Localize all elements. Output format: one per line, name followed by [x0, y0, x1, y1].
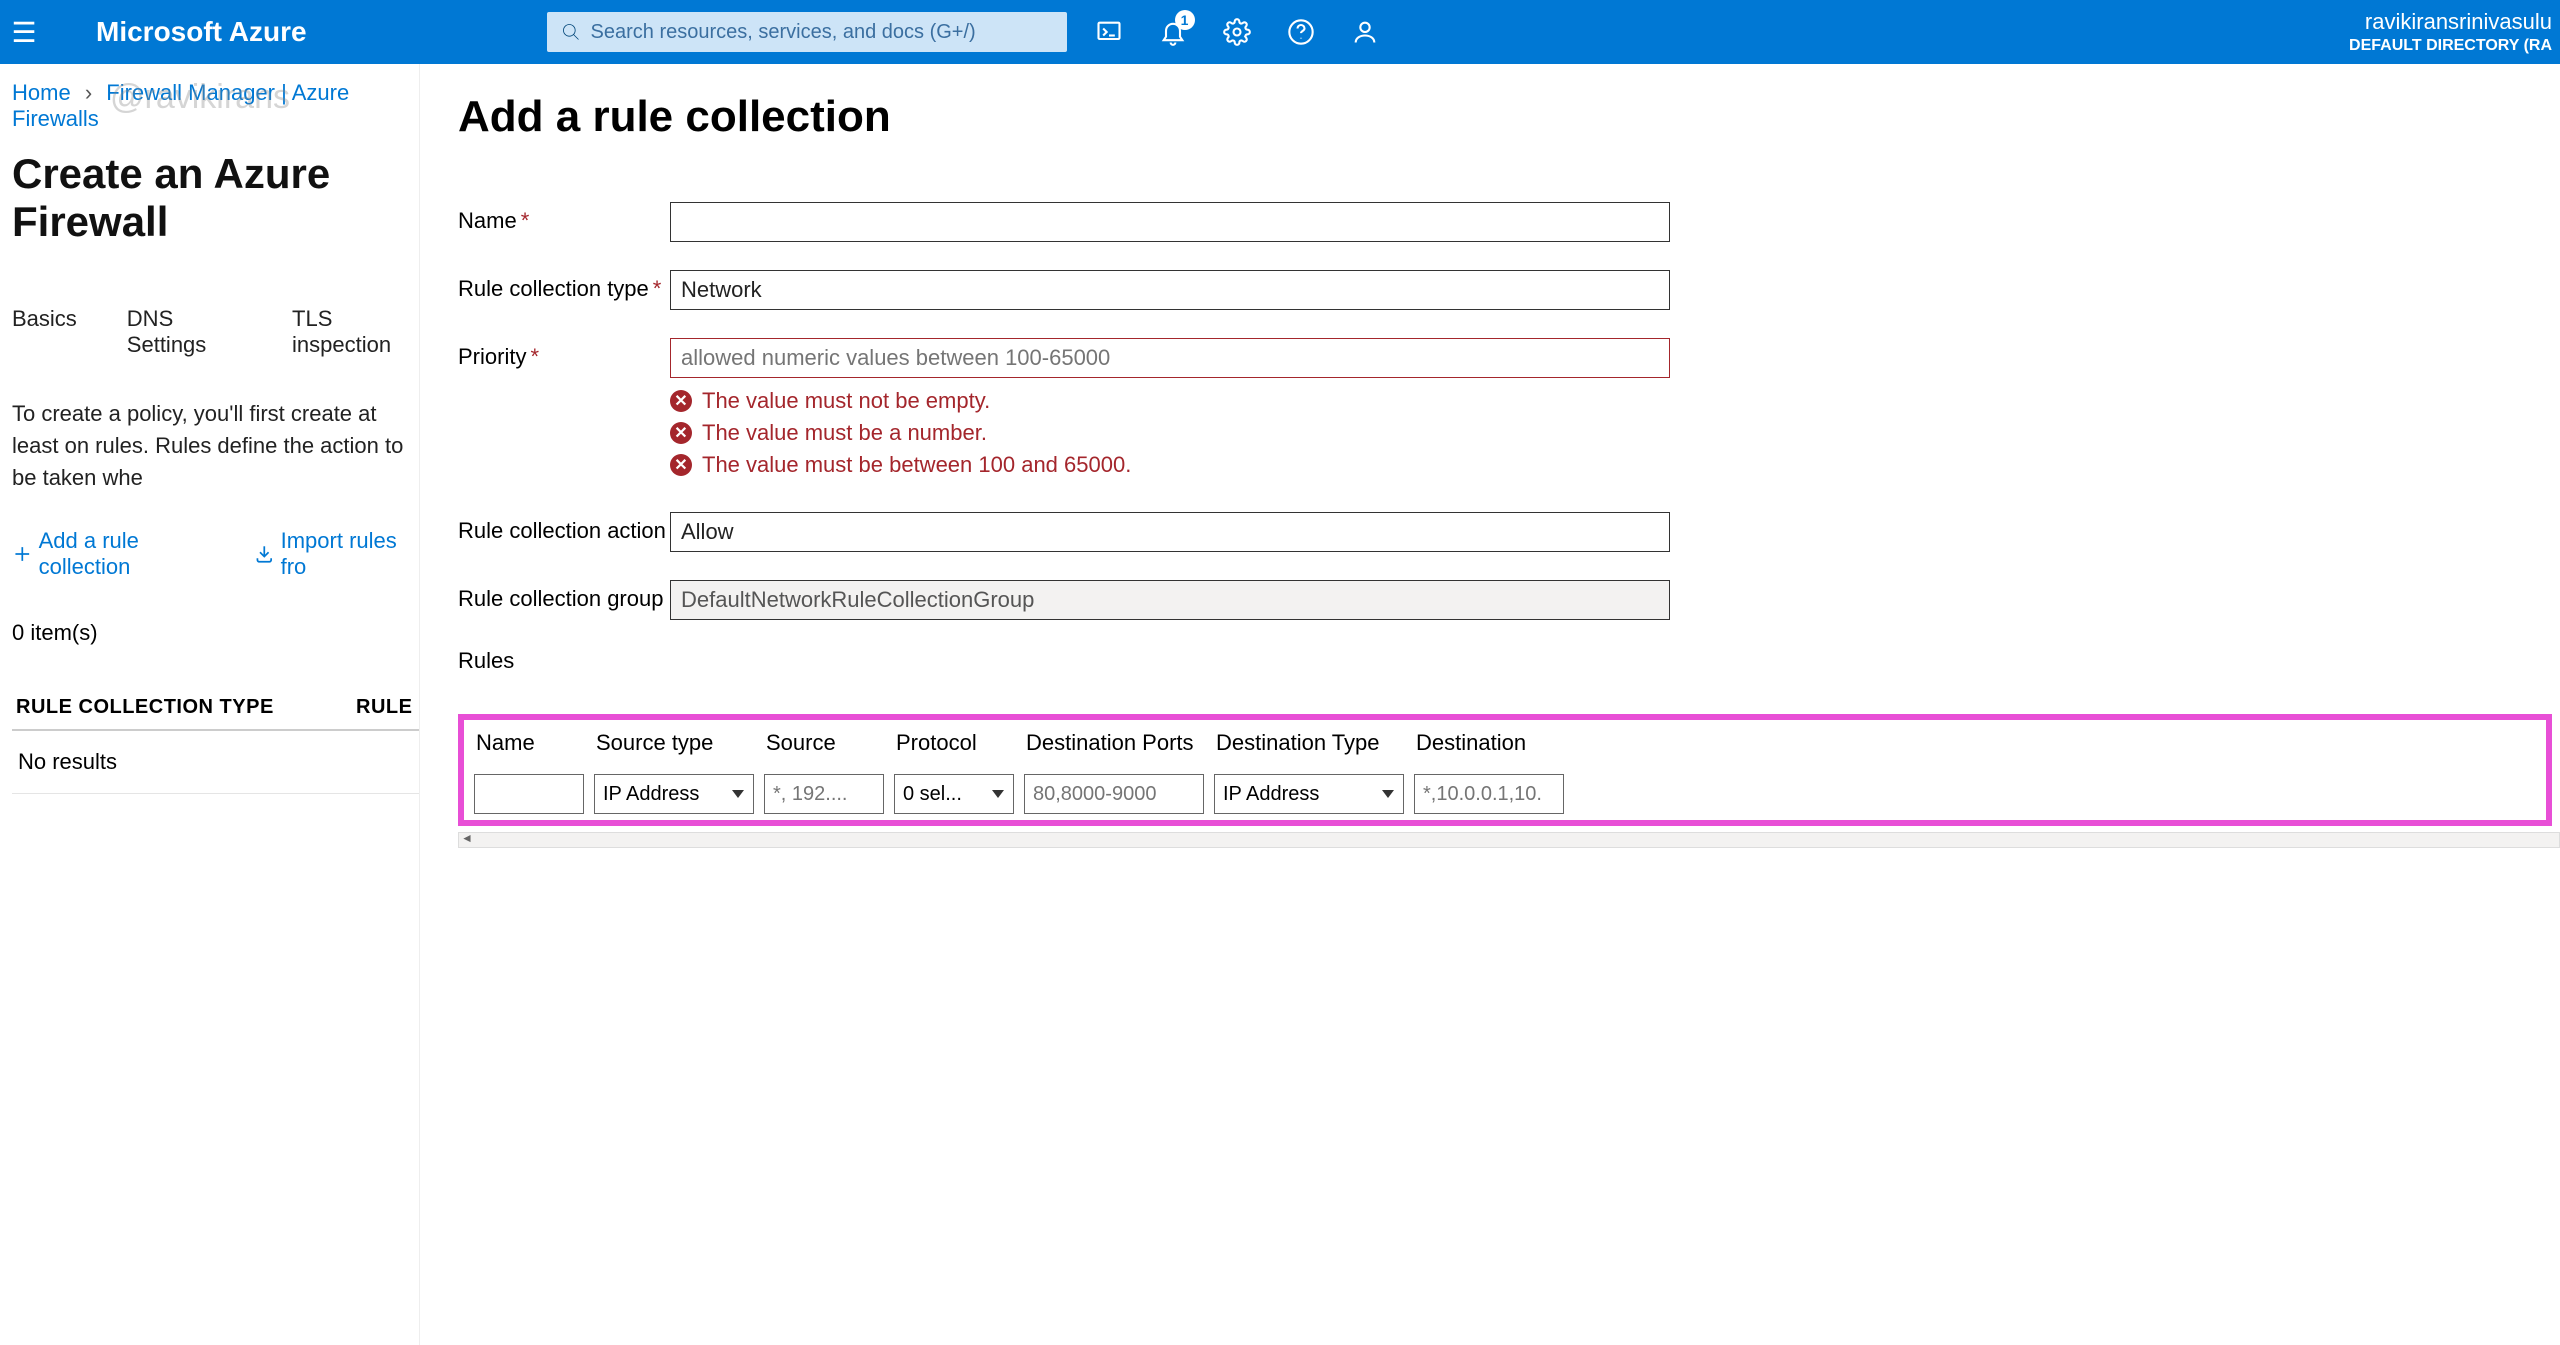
rule-dest-type-select[interactable] [1214, 774, 1404, 814]
brand[interactable]: Microsoft Azure [96, 16, 307, 48]
account-user: ravikiransrinivasulu [2349, 9, 2552, 35]
col-dest-ports: Destination Ports [1026, 730, 1206, 756]
breadcrumb: Home › Firewall Manager | Azure Firewall… [12, 80, 419, 132]
import-icon [254, 543, 275, 565]
left-pane: Home › Firewall Manager | Azure Firewall… [0, 64, 420, 1345]
search-input-wrap[interactable] [547, 12, 1067, 52]
action-select[interactable] [670, 512, 1670, 552]
cloud-shell-icon[interactable] [1091, 14, 1127, 50]
label-action: Rule collection action [458, 512, 670, 544]
feedback-icon[interactable] [1347, 14, 1383, 50]
error-line: ✕The value must be a number. [670, 420, 2560, 446]
main: Home › Firewall Manager | Azure Firewall… [0, 64, 2560, 1345]
rule-source-type-select[interactable] [594, 774, 754, 814]
left-title: Create an Azure Firewall [12, 150, 419, 246]
tabs: Basics DNS Settings TLS inspection [12, 306, 419, 358]
label-name: Name* [458, 202, 670, 234]
label-type: Rule collection type* [458, 270, 670, 302]
priority-errors: ✕The value must not be empty. ✕The value… [670, 388, 2560, 478]
notifications-icon[interactable]: 1 [1155, 14, 1191, 50]
label-priority: Priority* [458, 338, 670, 370]
items-count: 0 item(s) [12, 620, 419, 646]
rule-dports-input[interactable] [1024, 774, 1204, 814]
error-line: ✕The value must be between 100 and 65000… [670, 452, 2560, 478]
rule-name-input[interactable] [474, 774, 584, 814]
import-rules-link[interactable]: Import rules fro [254, 528, 419, 580]
col-protocol: Protocol [896, 730, 1016, 756]
search-icon [561, 22, 581, 42]
breadcrumb-sep: › [85, 80, 92, 105]
settings-icon[interactable] [1219, 14, 1255, 50]
rules-row [474, 774, 2536, 814]
rules-heading: Rules [458, 648, 2560, 674]
left-actions: Add a rule collection Import rules fro [12, 528, 419, 580]
horizontal-scrollbar[interactable] [458, 832, 2560, 848]
error-line: ✕The value must not be empty. [670, 388, 2560, 414]
account-directory: DEFAULT DIRECTORY (RA [2349, 36, 2552, 55]
type-select[interactable] [670, 270, 1670, 310]
label-group: Rule collection group [458, 580, 670, 612]
rule-protocol-select[interactable] [894, 774, 1014, 814]
rules-header: Name Source type Source Protocol Destina… [474, 726, 2536, 774]
left-description: To create a policy, you'll first create … [12, 398, 419, 494]
breadcrumb-home[interactable]: Home [12, 80, 71, 105]
group-input [670, 580, 1670, 620]
search-input[interactable] [591, 21, 1053, 44]
account-info[interactable]: ravikiransrinivasulu DEFAULT DIRECTORY (… [2349, 9, 2552, 55]
rules-highlight: Name Source type Source Protocol Destina… [458, 714, 2552, 826]
col-source: Source [766, 730, 886, 756]
col-source-type: Source type [596, 730, 756, 756]
import-rules-label: Import rules fro [281, 528, 419, 580]
help-icon[interactable] [1283, 14, 1319, 50]
name-input[interactable] [670, 202, 1670, 242]
col-name: Name [476, 730, 586, 756]
tab-basics[interactable]: Basics [12, 306, 77, 358]
col-destination: Destination [1416, 730, 1566, 756]
topbar: ☰ Microsoft Azure 1 ravikiransrinivasulu… [0, 0, 2560, 64]
rule-dest-input[interactable] [1414, 774, 1564, 814]
top-icons: 1 [1091, 14, 1383, 50]
menu-icon[interactable]: ☰ [0, 16, 48, 49]
tab-tls[interactable]: TLS inspection [292, 306, 419, 358]
add-rule-collection-link[interactable]: Add a rule collection [12, 528, 224, 580]
plus-icon [12, 543, 33, 565]
panel-title: Add a rule collection [458, 92, 2560, 142]
error-icon: ✕ [670, 390, 692, 412]
notification-badge: 1 [1175, 10, 1195, 30]
table-header: RULE COLLECTION TYPE RULE [12, 686, 419, 731]
right-pane: Add a rule collection Name* Rule collect… [420, 64, 2560, 1345]
col-dest-type: Destination Type [1216, 730, 1406, 756]
error-icon: ✕ [670, 454, 692, 476]
priority-input[interactable] [670, 338, 1670, 378]
tab-dns[interactable]: DNS Settings [127, 306, 242, 358]
col-rule: RULE [356, 696, 412, 719]
col-rule-collection-type: RULE COLLECTION TYPE [16, 696, 356, 719]
rule-source-input[interactable] [764, 774, 884, 814]
no-results: No results [12, 731, 419, 794]
error-icon: ✕ [670, 422, 692, 444]
add-rule-collection-label: Add a rule collection [39, 528, 224, 580]
